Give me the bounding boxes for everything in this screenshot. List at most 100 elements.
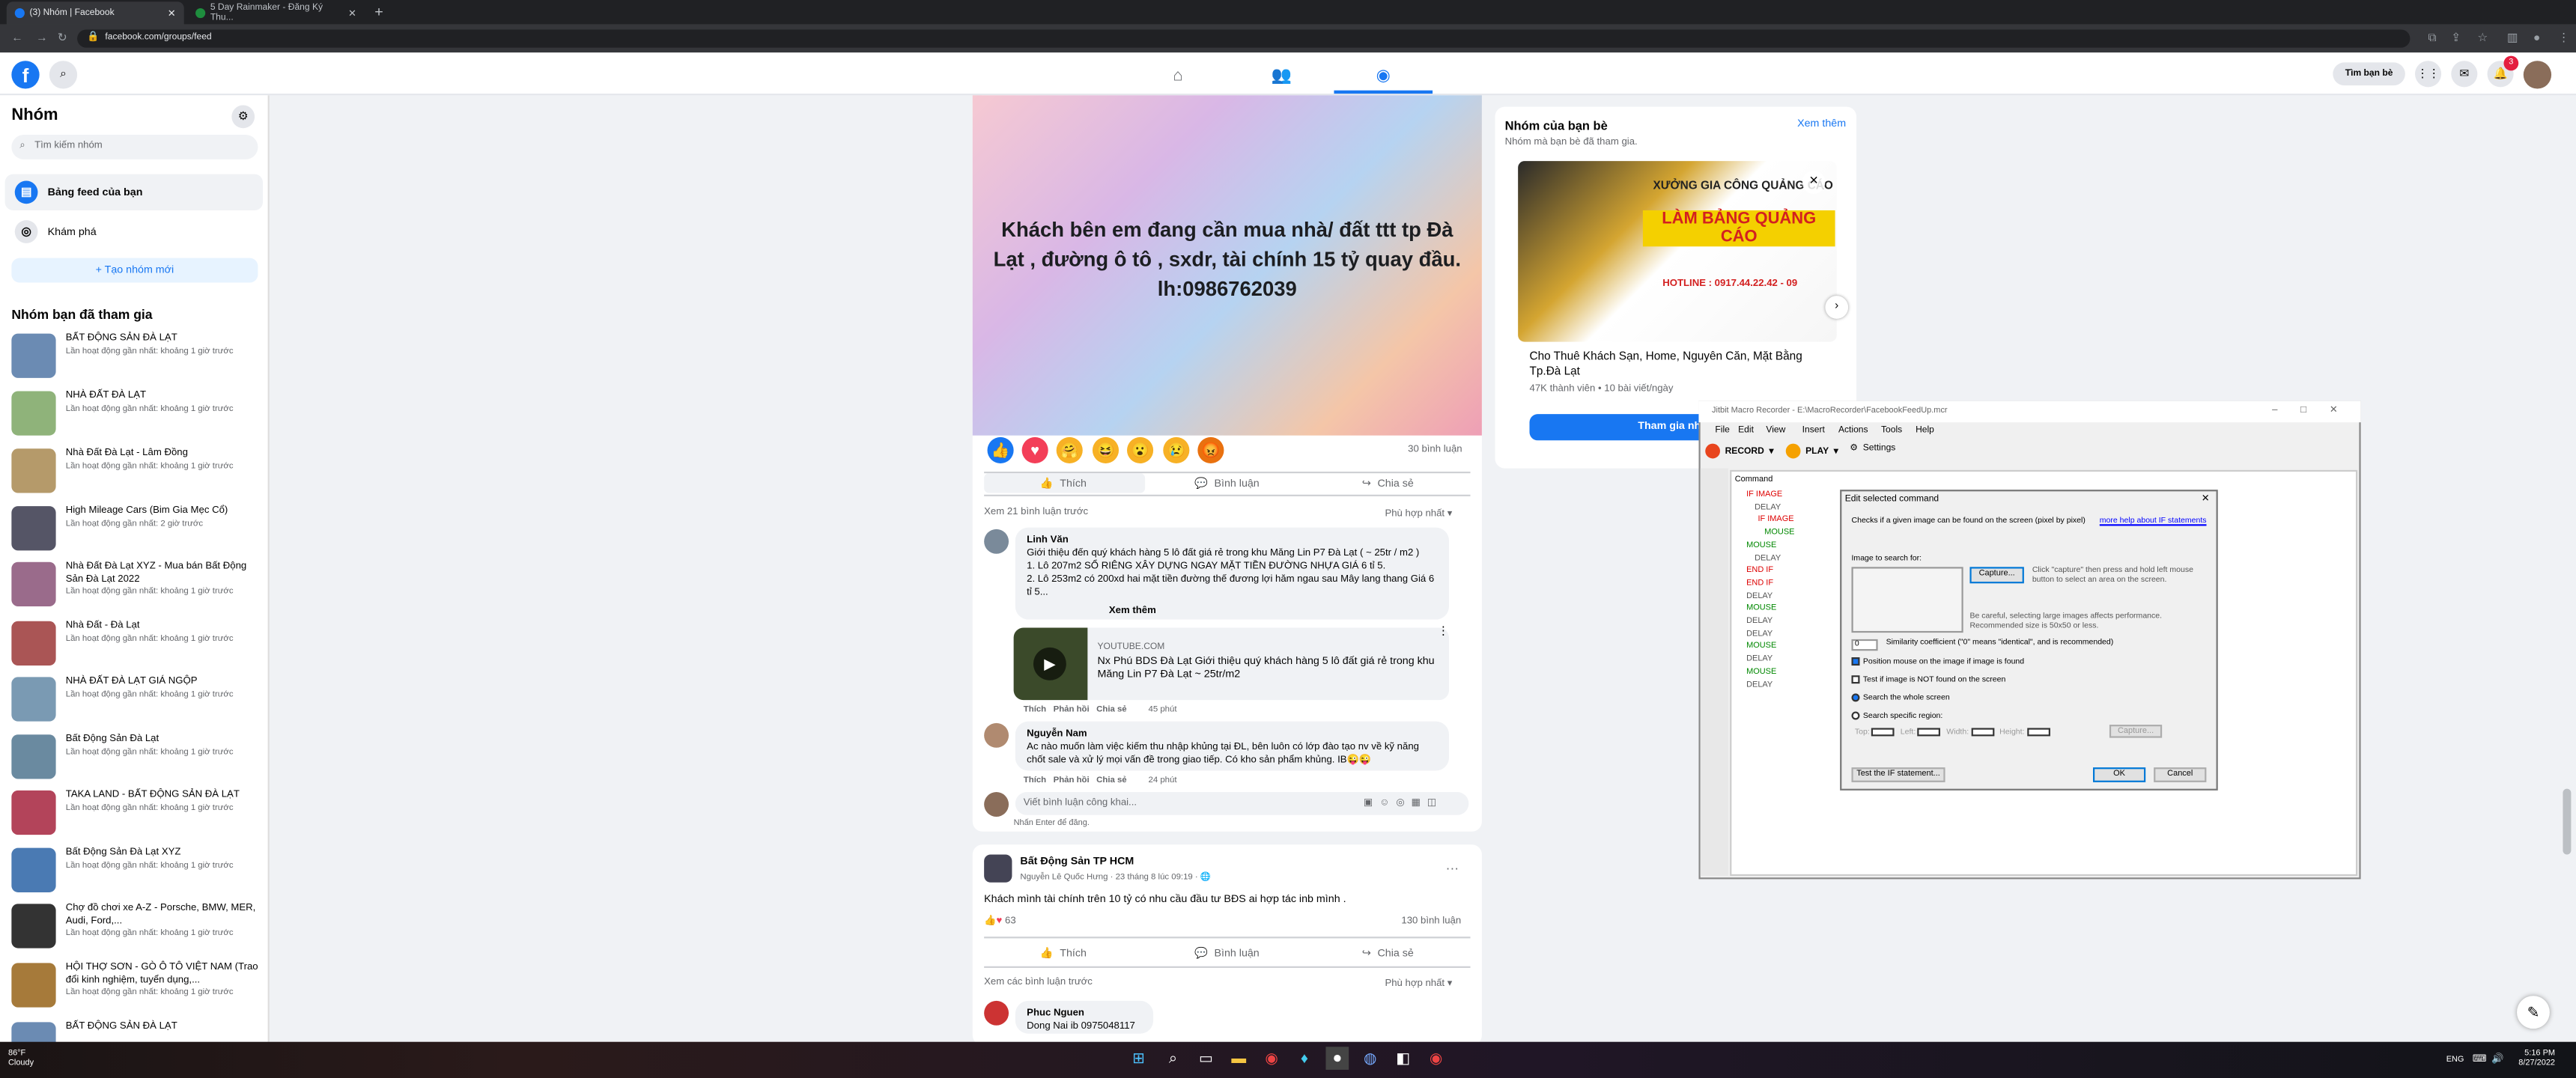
top-input[interactable]: [1871, 728, 1895, 737]
see-more-link[interactable]: Xem thêm: [1109, 606, 1156, 616]
command-row[interactable]: DELAY: [1755, 553, 1781, 563]
command-row[interactable]: MOUSE: [1746, 667, 1776, 677]
menu-item[interactable]: Help: [1916, 426, 1934, 436]
close-icon[interactable]: ✕: [1802, 171, 1826, 195]
tab-facebook[interactable]: (3) Nhóm | Facebook ✕: [6, 1, 184, 25]
facebook-logo-icon[interactable]: f: [11, 61, 40, 89]
sad-reaction-icon[interactable]: 😢: [1163, 436, 1190, 464]
find-friends-button[interactable]: Tìm bạn bè: [2333, 62, 2405, 86]
reaction-summary[interactable]: 👍♥ 63: [984, 916, 1016, 927]
width-input[interactable]: [1971, 728, 1994, 737]
group-item[interactable]: BẤT ĐỘNG SẢN ĐÀ LẠT Lần hoạt động gần nhấ…: [11, 333, 266, 383]
group-item[interactable]: Nhà Đất Đà Lạt - Lâm Đồng Lần hoạt động g…: [11, 448, 266, 498]
tab-rainmaker[interactable]: 5 Day Rainmaker - Đăng Ký Thu... ✕: [187, 1, 365, 25]
more-options-icon[interactable]: ⋮: [1438, 624, 1449, 637]
group-item[interactable]: NHÀ ĐẤT ĐÀ LẠT Lần hoạt động gần nhất: kh…: [11, 391, 266, 440]
comment-sort-dropdown[interactable]: Phù hợp nhất ▾: [1385, 978, 1452, 989]
height-input[interactable]: [2026, 728, 2050, 737]
group-item[interactable]: Bất Động Sản Đà Lạt XYZ Lần hoạt động gần…: [11, 847, 266, 898]
left-input[interactable]: [1918, 728, 1941, 737]
view-previous-comments[interactable]: Xem các bình luận trước: [984, 978, 1093, 987]
back-icon[interactable]: ←: [11, 30, 22, 48]
group-search-input[interactable]: Tìm kiếm nhóm: [11, 134, 258, 159]
care-reaction-icon[interactable]: 🤗: [1056, 436, 1083, 464]
chat-icon[interactable]: ◍: [1358, 1047, 1382, 1070]
comment-button[interactable]: 💬 Bình luận: [1194, 946, 1260, 959]
sidepanel-icon[interactable]: ▥: [2507, 30, 2518, 48]
comment-count[interactable]: 130 bình luận: [1401, 917, 1461, 927]
clock[interactable]: 5:16 PM 8/27/2022: [2518, 1048, 2555, 1068]
address-bar[interactable]: facebook.com/groups/feed: [77, 29, 2411, 48]
avatar[interactable]: [984, 529, 1009, 554]
group-item[interactable]: High Mileage Cars (Bim Gia Mẹc Cổ) Lần ho…: [11, 506, 266, 555]
see-more-link[interactable]: Xem thêm: [1797, 118, 1846, 130]
compose-icon[interactable]: ✎: [2517, 996, 2550, 1029]
search-icon[interactable]: ⌕: [49, 61, 78, 89]
command-row[interactable]: DELAY: [1746, 680, 1772, 689]
comment-button[interactable]: 💬 Bình luận: [1194, 477, 1260, 490]
search-icon[interactable]: ⌕: [1161, 1047, 1185, 1070]
test-if-button[interactable]: Test the IF statement...: [1851, 767, 1945, 782]
menu-item[interactable]: View: [1766, 426, 1785, 436]
command-row[interactable]: DELAY: [1746, 629, 1772, 639]
chrome-icon[interactable]: ◉: [1424, 1047, 1448, 1070]
like-button[interactable]: 👍 Thích: [1040, 477, 1087, 490]
bookmark-star-icon[interactable]: ☆: [2477, 30, 2488, 48]
new-tab-icon[interactable]: +: [374, 3, 383, 19]
language-indicator[interactable]: ENG: [2446, 1055, 2464, 1065]
capture-button[interactable]: Capture...: [1969, 567, 2024, 584]
post-group-name[interactable]: Bất Động Sản TP HCM: [1020, 856, 1134, 868]
similarity-input[interactable]: 0: [1851, 639, 1878, 651]
chevron-right-icon[interactable]: ›: [1825, 296, 1849, 319]
command-row[interactable]: MOUSE: [1746, 540, 1776, 550]
weather-widget[interactable]: 86°F Cloudy: [8, 1048, 34, 1068]
file-explorer-icon[interactable]: ▬: [1227, 1047, 1251, 1070]
command-row[interactable]: DELAY: [1746, 654, 1772, 664]
play-button[interactable]: PLAY ▾: [1785, 443, 1838, 459]
group-item[interactable]: Nhà Đất Đà Lạt XYZ - Mua bán Bất Động Sả…: [11, 561, 266, 612]
avatar[interactable]: [984, 1000, 1009, 1026]
command-row[interactable]: MOUSE: [1746, 603, 1776, 613]
menu-item[interactable]: Tools: [1881, 426, 1902, 436]
group-item[interactable]: Bất Động Sản Đà Lạt Lần hoạt động gần nhấ…: [11, 734, 266, 784]
avatar[interactable]: [2523, 61, 2552, 89]
command-row[interactable]: MOUSE: [1764, 528, 1794, 538]
view-previous-comments[interactable]: Xem 21 bình luận trước: [984, 508, 1088, 517]
wow-reaction-icon[interactable]: 😮: [1127, 436, 1154, 464]
command-row[interactable]: IF IMAGE: [1758, 515, 1793, 525]
comment-tools-icon[interactable]: ▣☺◎▦◫: [1364, 797, 1443, 808]
position-mouse-checkbox[interactable]: Position mouse on the image if image is …: [1851, 657, 2024, 667]
group-item[interactable]: Nhà Đất - Đà Lạt Lần hoạt động gần nhất: …: [11, 621, 266, 671]
create-group-button[interactable]: + Tạo nhóm mới: [11, 258, 258, 283]
group-item[interactable]: Chợ đồ chơi xe A-Z - Porsche, BMW, MER, …: [11, 904, 266, 953]
groups-nav-icon[interactable]: ◉: [1334, 61, 1433, 91]
command-row[interactable]: DELAY: [1755, 502, 1781, 512]
recorder-taskbar-icon[interactable]: ⏺: [1325, 1047, 1349, 1071]
gear-icon[interactable]: ⚙: [231, 105, 255, 129]
close-tab-icon[interactable]: ✕: [348, 7, 356, 19]
specific-region-radio[interactable]: Search specific region:: [1851, 711, 1942, 721]
command-row[interactable]: MOUSE: [1746, 642, 1776, 651]
share-button[interactable]: ↪ Chia sẻ: [1362, 946, 1414, 959]
suggested-group-name[interactable]: Cho Thuê Khách Sạn, Home, Nguyên Căn, Mặ…: [1530, 350, 1834, 380]
comment-actions[interactable]: Thích Phản hồi Chia sẻ: [1024, 776, 1127, 785]
profile-icon[interactable]: ●: [2533, 30, 2540, 48]
cancel-button[interactable]: Cancel: [2154, 767, 2207, 782]
reload-icon[interactable]: ↻: [58, 30, 67, 48]
comment-author[interactable]: Linh Văn: [1027, 534, 1437, 547]
like-reaction-icon[interactable]: 👍: [987, 436, 1014, 464]
menu-grid-icon[interactable]: ⋮⋮: [2415, 61, 2442, 88]
menu-item[interactable]: File: [1715, 426, 1729, 436]
angry-reaction-icon[interactable]: 😡: [1197, 436, 1224, 464]
not-found-checkbox[interactable]: Test if image is NOT found on the screen: [1851, 675, 2005, 685]
group-item[interactable]: HỘI THỢ SƠN - GÒ Ô TÔ VIỆT NAM (Trao đổi…: [11, 963, 266, 1012]
share-icon[interactable]: ⇪: [2451, 30, 2461, 48]
avatar[interactable]: [984, 722, 1009, 748]
command-row[interactable]: END IF: [1746, 566, 1773, 576]
command-row[interactable]: DELAY: [1746, 591, 1772, 600]
comment-actions[interactable]: Thích Phản hồi Chia sẻ: [1024, 705, 1127, 715]
close-icon[interactable]: ✕: [2202, 493, 2210, 505]
play-icon[interactable]: ▶: [1033, 647, 1066, 680]
menu-item[interactable]: Actions: [1838, 426, 1868, 436]
sidebar-item-discover[interactable]: ◎ Khám phá: [5, 213, 263, 249]
